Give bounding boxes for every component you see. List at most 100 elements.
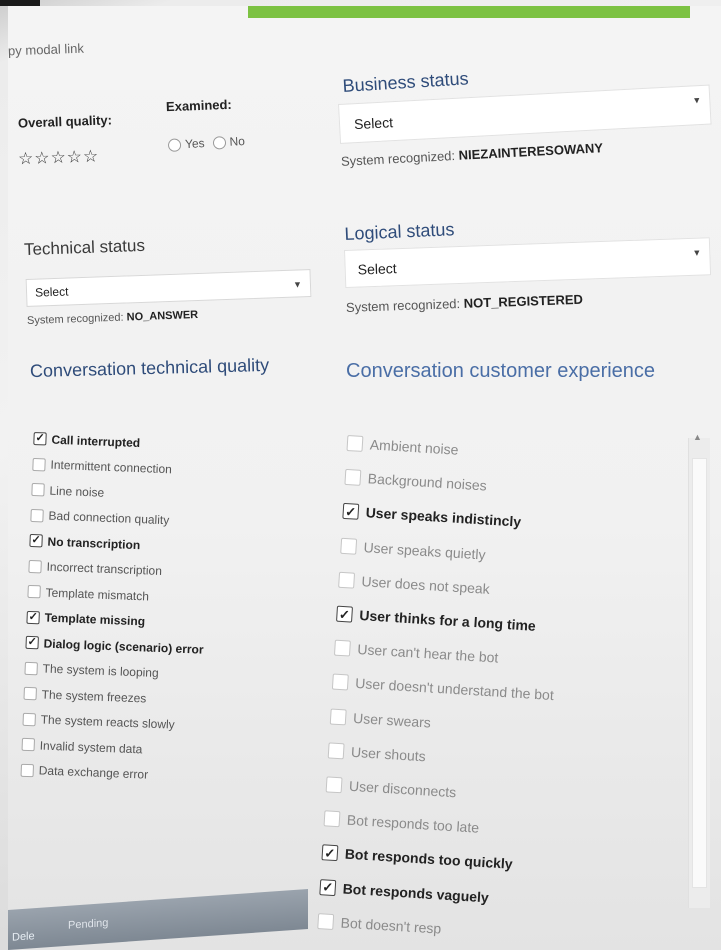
checkbox-label: Bot responds vaguely (342, 880, 490, 905)
logical-status-select[interactable]: Select ▼ (344, 237, 712, 288)
checkbox-item[interactable]: Data exchange error (20, 757, 199, 789)
system-recognized-value: NO_ANSWER (126, 308, 199, 324)
copy-modal-link[interactable]: py modal link (8, 41, 84, 59)
checkbox-label: User can't hear the bot (356, 641, 499, 666)
examined-no-option[interactable]: No (212, 134, 245, 150)
checkmark-icon: ✓ (344, 503, 357, 520)
pending-status: Pending (68, 916, 109, 932)
scrollbar-thumb[interactable] (692, 458, 707, 888)
star-icon[interactable]: ☆ (83, 147, 99, 167)
system-recognized-label: System recognized: (345, 295, 461, 315)
customer-experience-list: Ambient noise Background noises ✓ User spea… (317, 426, 570, 950)
star-icon[interactable]: ☆ (18, 149, 34, 169)
checkbox[interactable] (30, 508, 44, 523)
checkbox[interactable] (344, 469, 362, 487)
logical-system-recognized: System recognized: NOT_REGISTERED (346, 287, 712, 315)
system-recognized-label: System recognized: (26, 311, 124, 327)
radio-label: No (229, 133, 246, 149)
checkmark-icon: ✓ (27, 636, 38, 649)
checkbox-label: User does not speak (361, 572, 491, 597)
checkbox-label: Incorrect transcription (46, 559, 163, 579)
examined-yes-option[interactable]: Yes (167, 136, 205, 152)
examined-label: Examined: (165, 96, 232, 115)
checkbox-label: User disconnects (348, 777, 457, 801)
checkbox-label: Invalid system data (39, 738, 143, 757)
chevron-down-icon: ▼ (292, 279, 303, 290)
star-rating: ☆ ☆ ☆ ☆ ☆ (18, 147, 99, 169)
star-icon[interactable]: ☆ (50, 148, 66, 168)
business-status-title: Business status (342, 68, 470, 96)
select-value: Select (34, 284, 69, 300)
checkbox[interactable] (325, 776, 343, 794)
checkbox[interactable] (329, 708, 347, 726)
checkbox-label: User speaks indistincly (365, 504, 522, 531)
checkmark-icon: ✓ (321, 879, 334, 895)
checkbox-checked[interactable]: ✓ (336, 605, 353, 623)
checkmark-icon: ✓ (31, 534, 41, 547)
technical-quality-list: ✓ Call interrupted Intermittent connection… (20, 426, 212, 790)
technical-status-group: Select ▼ System recognized: NO_ANSWER (25, 249, 312, 327)
select-value: Select (353, 114, 394, 133)
checkbox-label: Template missing (44, 610, 146, 629)
customer-experience-title: Conversation customer experience (346, 360, 656, 382)
checkmark-icon: ✓ (35, 432, 45, 445)
checkbox-checked[interactable]: ✓ (29, 534, 43, 548)
checkbox-checked[interactable]: ✓ (319, 878, 337, 896)
delete-button[interactable]: Dele (12, 930, 35, 944)
checkbox[interactable] (24, 661, 38, 676)
technical-quality-title: Conversation technical quality (29, 354, 270, 382)
checkbox-label: Dialog logic (scenario) error (43, 636, 204, 657)
checkbox-label: User shouts (350, 743, 427, 765)
chevron-down-icon: ▼ (692, 247, 702, 258)
system-recognized-label: System recognized: (340, 147, 456, 169)
checkbox[interactable] (331, 673, 349, 691)
checkbox-label: User swears (352, 709, 432, 731)
checkbox[interactable] (20, 763, 35, 777)
checkbox[interactable] (327, 742, 345, 760)
checkmark-icon: ✓ (323, 845, 336, 861)
checkbox[interactable] (340, 537, 358, 555)
checkbox[interactable] (27, 585, 41, 599)
checkmark-icon: ✓ (28, 610, 39, 624)
checkbox[interactable] (323, 810, 341, 828)
checkbox-checked[interactable]: ✓ (25, 636, 39, 650)
checkbox-label: The system freezes (41, 687, 147, 706)
checkbox-checked[interactable]: ✓ (342, 503, 360, 521)
checkbox[interactable] (338, 571, 356, 589)
star-icon[interactable]: ☆ (34, 148, 50, 168)
checkbox-label: Call interrupted (51, 432, 141, 450)
checkbox[interactable] (333, 639, 351, 657)
checkbox[interactable] (23, 687, 37, 701)
system-recognized-value: NIEZAINTERESOWANY (458, 140, 604, 163)
checkbox-label: Intermittent connection (50, 457, 173, 477)
checkbox[interactable] (32, 457, 46, 472)
checkbox-label: Line noise (49, 483, 105, 500)
checkbox[interactable] (21, 738, 36, 752)
checkbox-checked[interactable]: ✓ (33, 432, 47, 446)
checkbox-label: Bot doesn't resp (340, 914, 442, 937)
checkbox[interactable] (28, 559, 42, 574)
checkbox-label: Background noises (367, 470, 488, 494)
business-status-group: Select ▼ System recognized: NIEZAINTERES… (338, 84, 713, 169)
checkbox-label: No transcription (47, 534, 141, 552)
header-accent-bar (248, 6, 690, 18)
checkbox-label: Template mismatch (45, 585, 150, 604)
review-modal: py modal link Overall quality: Examined:… (8, 6, 721, 950)
list-scrollbar[interactable]: ▲ (688, 432, 710, 908)
checkbox-checked[interactable]: ✓ (26, 610, 40, 625)
checkbox-checked[interactable]: ✓ (321, 844, 339, 862)
radio-button[interactable] (212, 135, 226, 150)
checkbox-label: Ambient noise (369, 436, 459, 458)
checkbox-label: Bot responds too quickly (344, 845, 514, 873)
checkbox-label: The system reacts slowly (40, 712, 175, 732)
checkbox[interactable] (22, 712, 36, 727)
radio-button[interactable] (167, 137, 182, 152)
examined-radio-group: Yes No (167, 134, 245, 152)
checkbox[interactable] (346, 435, 364, 453)
scroll-up-icon[interactable]: ▲ (693, 432, 702, 442)
checkbox-label: User thinks for a long time (358, 607, 537, 634)
logical-status-group: Select ▼ System recognized: NOT_REGISTER… (344, 237, 712, 315)
checkbox[interactable] (31, 483, 45, 497)
checkbox[interactable] (317, 912, 335, 930)
star-icon[interactable]: ☆ (66, 147, 82, 167)
